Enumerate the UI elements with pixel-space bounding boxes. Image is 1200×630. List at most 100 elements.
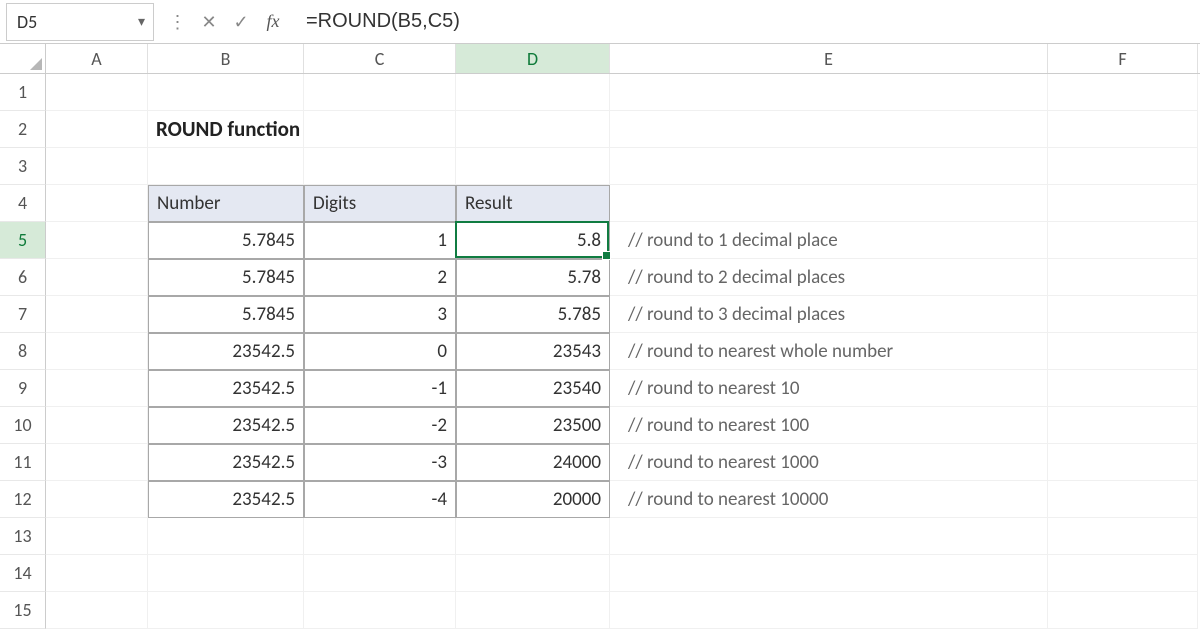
cancel-icon[interactable]: ✕ [198,11,220,33]
cell-D7[interactable]: 5.785 [456,296,610,333]
cell-B10[interactable]: 23542.5 [148,407,304,444]
formula-input[interactable] [296,3,1200,41]
cell-C5[interactable]: 1 [304,222,456,259]
col-header-D[interactable]: D [456,44,610,73]
col-header-F[interactable]: F [1048,44,1198,73]
cell-A4[interactable] [46,185,148,222]
cell-D2[interactable] [456,111,610,148]
row-header-11[interactable]: 11 [0,444,46,481]
cell-E10[interactable]: // round to nearest 100 [610,407,1048,444]
cell-A6[interactable] [46,259,148,296]
cell-F14[interactable] [1048,555,1198,592]
enter-icon[interactable]: ✓ [230,11,252,33]
cell-B14[interactable] [148,555,304,592]
row-header-7[interactable]: 7 [0,296,46,333]
row-header-12[interactable]: 12 [0,481,46,518]
cell-D8[interactable]: 23543 [456,333,610,370]
cell-B1[interactable] [148,74,304,111]
cell-E9[interactable]: // round to nearest 10 [610,370,1048,407]
cell-C7[interactable]: 3 [304,296,456,333]
cell-F2[interactable] [1048,111,1198,148]
cell-F13[interactable] [1048,518,1198,555]
cell-F9[interactable] [1048,370,1198,407]
cell-F11[interactable] [1048,444,1198,481]
cell-A5[interactable] [46,222,148,259]
cell-A11[interactable] [46,444,148,481]
col-header-A[interactable]: A [46,44,148,73]
cell-A8[interactable] [46,333,148,370]
cell-F15[interactable] [1048,592,1198,629]
col-header-E[interactable]: E [610,44,1048,73]
col-header-B[interactable]: B [148,44,304,73]
cell-A3[interactable] [46,148,148,185]
row-header-2[interactable]: 2 [0,111,46,148]
cell-A15[interactable] [46,592,148,629]
cell-A9[interactable] [46,370,148,407]
cell-C9[interactable]: -1 [304,370,456,407]
cell-B3[interactable] [148,148,304,185]
cells[interactable]: ROUND functionNumberDigitsResult5.784515… [46,74,1200,629]
col-header-C[interactable]: C [304,44,456,73]
cell-F1[interactable] [1048,74,1198,111]
row-header-3[interactable]: 3 [0,148,46,185]
cell-E13[interactable] [610,518,1048,555]
cell-C6[interactable]: 2 [304,259,456,296]
cell-E5[interactable]: // round to 1 decimal place [610,222,1048,259]
cell-C15[interactable] [304,592,456,629]
cell-B13[interactable] [148,518,304,555]
cell-B11[interactable]: 23542.5 [148,444,304,481]
cell-E2[interactable] [610,111,1048,148]
cell-D9[interactable]: 23540 [456,370,610,407]
cell-B15[interactable] [148,592,304,629]
cell-D14[interactable] [456,555,610,592]
row-header-8[interactable]: 8 [0,333,46,370]
cell-C3[interactable] [304,148,456,185]
cell-F7[interactable] [1048,296,1198,333]
cell-E11[interactable]: // round to nearest 1000 [610,444,1048,481]
cell-E7[interactable]: // round to 3 decimal places [610,296,1048,333]
row-header-10[interactable]: 10 [0,407,46,444]
cell-F5[interactable] [1048,222,1198,259]
row-header-14[interactable]: 14 [0,555,46,592]
select-all-corner[interactable] [0,44,46,73]
cell-A10[interactable] [46,407,148,444]
cell-A14[interactable] [46,555,148,592]
cell-D5[interactable]: 5.8 [456,222,610,259]
row-header-13[interactable]: 13 [0,518,46,555]
cell-A7[interactable] [46,296,148,333]
cell-C4[interactable]: Digits [304,185,456,222]
cell-F6[interactable] [1048,259,1198,296]
cell-C12[interactable]: -4 [304,481,456,518]
cell-E3[interactable] [610,148,1048,185]
cell-C14[interactable] [304,555,456,592]
row-header-4[interactable]: 4 [0,185,46,222]
cell-D1[interactable] [456,74,610,111]
cell-D11[interactable]: 24000 [456,444,610,481]
fx-icon[interactable]: fx [262,11,284,33]
cell-B8[interactable]: 23542.5 [148,333,304,370]
cell-D6[interactable]: 5.78 [456,259,610,296]
cell-D12[interactable]: 20000 [456,481,610,518]
cell-B4[interactable]: Number [148,185,304,222]
cell-F3[interactable] [1048,148,1198,185]
cell-D3[interactable] [456,148,610,185]
more-icon[interactable]: ⋮ [166,11,188,33]
cell-E1[interactable] [610,74,1048,111]
cell-B7[interactable]: 5.7845 [148,296,304,333]
cell-B12[interactable]: 23542.5 [148,481,304,518]
cell-D15[interactable] [456,592,610,629]
cell-F12[interactable] [1048,481,1198,518]
cell-F10[interactable] [1048,407,1198,444]
cell-B5[interactable]: 5.7845 [148,222,304,259]
cell-E14[interactable] [610,555,1048,592]
cell-A12[interactable] [46,481,148,518]
cell-A13[interactable] [46,518,148,555]
row-header-15[interactable]: 15 [0,592,46,629]
cell-B2[interactable]: ROUND function [148,111,304,148]
cell-F4[interactable] [1048,185,1198,222]
cell-E15[interactable] [610,592,1048,629]
cell-A2[interactable] [46,111,148,148]
cell-D10[interactable]: 23500 [456,407,610,444]
cell-E4[interactable] [610,185,1048,222]
cell-A1[interactable] [46,74,148,111]
